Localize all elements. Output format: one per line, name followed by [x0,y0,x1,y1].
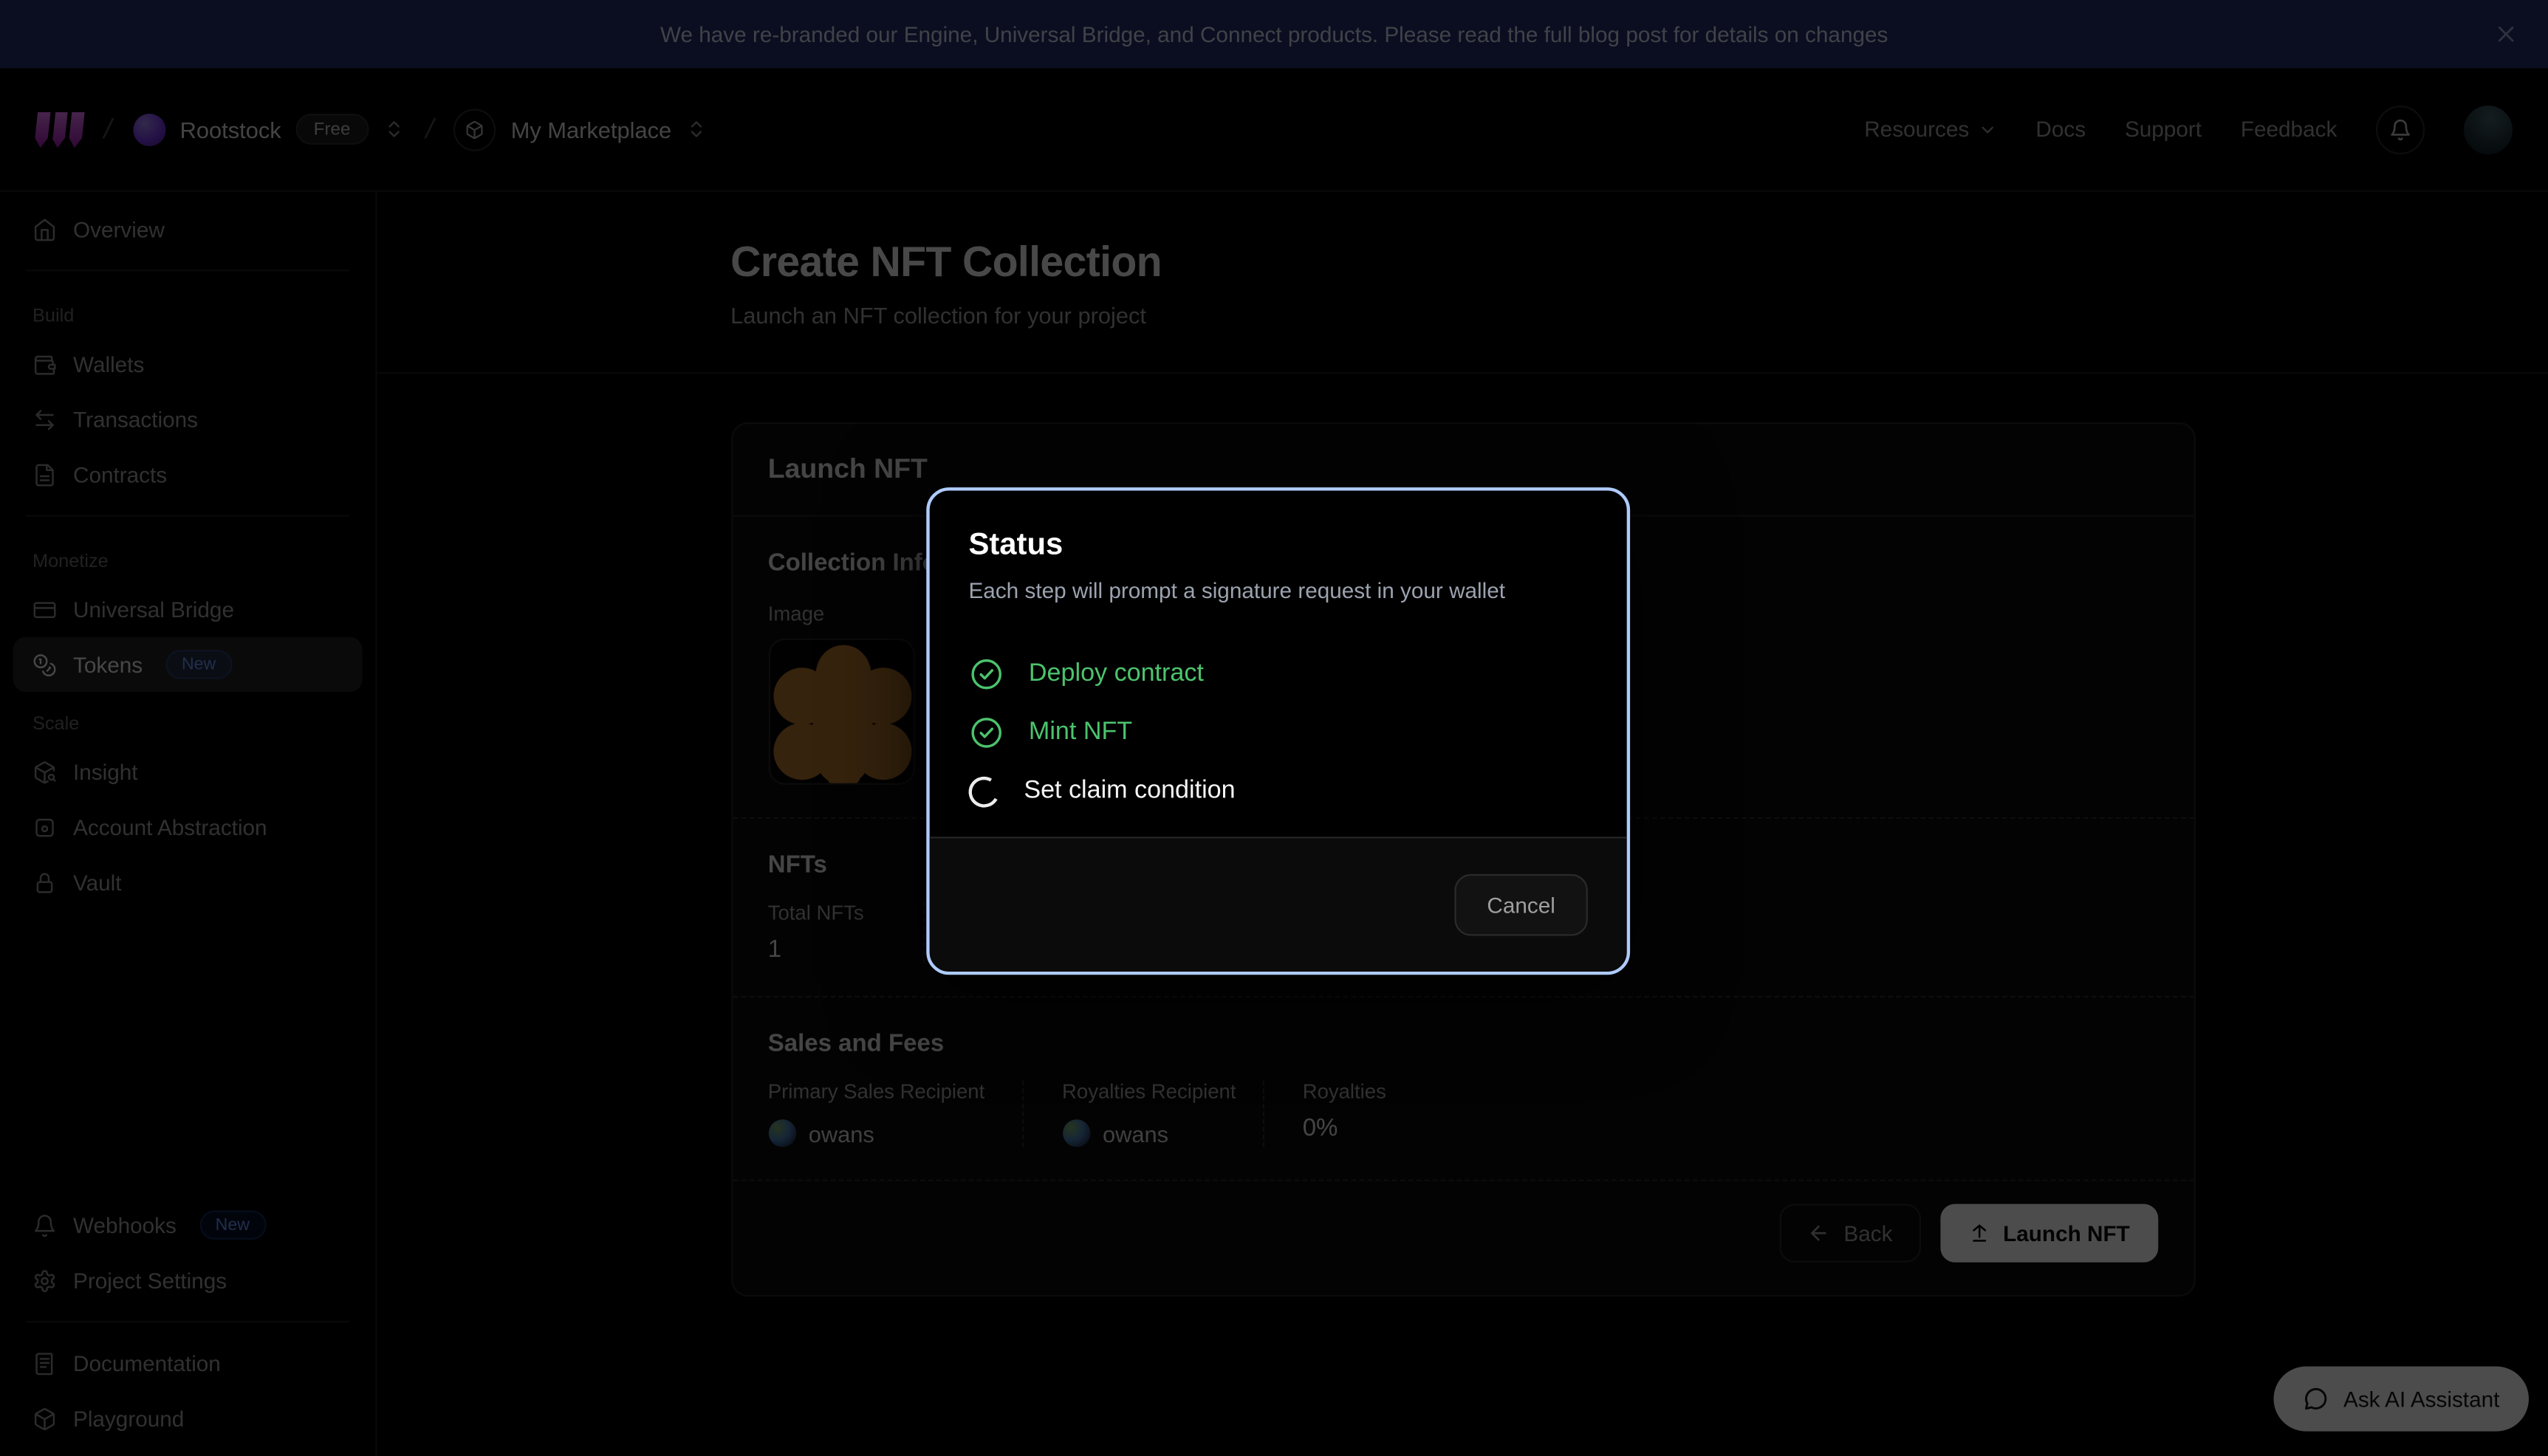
step-mint-nft: Mint NFT [968,704,1587,762]
spinner-icon [965,772,1003,810]
step-label: Set claim condition [1024,777,1235,806]
step-label: Deploy contract [1029,659,1204,689]
modal-footer: Cancel [930,837,1627,972]
check-circle-icon [968,656,1004,692]
check-circle-icon [968,715,1004,750]
step-set-claim-condition: Set claim condition [968,762,1587,820]
modal-title: Status [968,528,1587,563]
cancel-button-label: Cancel [1487,893,1555,917]
status-modal: Status Each step will prompt a signature… [926,487,1630,975]
thirdweb-dashboard: We have re-branded our Engine, Universal… [0,0,2548,1456]
modal-subtitle: Each step will prompt a signature reques… [968,578,1587,602]
cancel-button[interactable]: Cancel [1454,874,1588,936]
step-deploy-contract: Deploy contract [968,645,1587,704]
step-label: Mint NFT [1029,718,1132,748]
